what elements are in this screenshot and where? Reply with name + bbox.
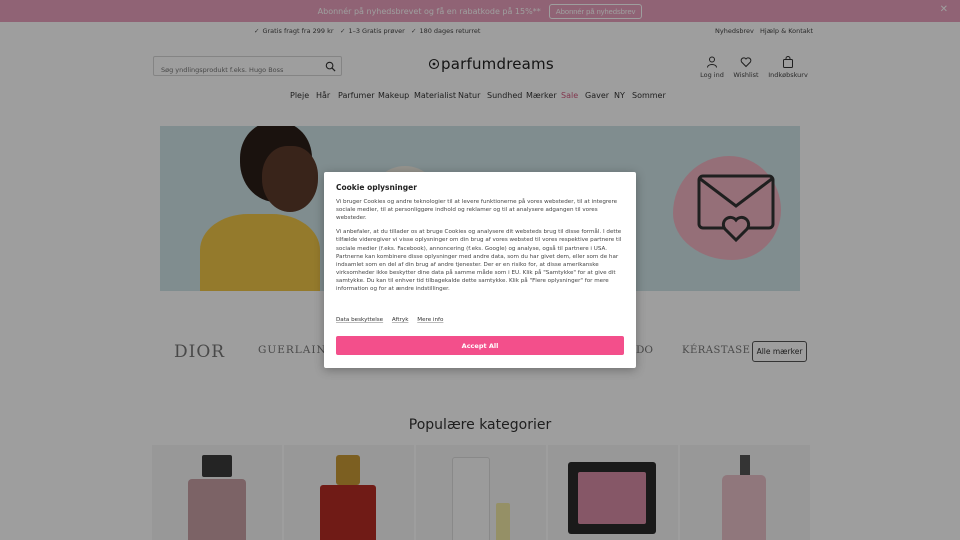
accept-all-button[interactable]: Accept All bbox=[336, 336, 624, 355]
more-info-link[interactable]: Mere info bbox=[417, 317, 443, 323]
cookie-links: Data beskyttelse Aftryk Mere info bbox=[336, 317, 450, 323]
cookie-consent-dialog: Cookie oplysninger Vi bruger Cookies og … bbox=[324, 172, 636, 368]
cookie-dialog-title: Cookie oplysninger bbox=[336, 183, 417, 192]
cookie-details-text: Vi anbefaler, at du tillader os at bruge… bbox=[336, 229, 622, 293]
cookie-intro-text: Vi bruger Cookies og andre teknologier t… bbox=[336, 199, 618, 222]
imprint-link[interactable]: Aftryk bbox=[392, 317, 409, 323]
privacy-link[interactable]: Data beskyttelse bbox=[336, 317, 383, 323]
